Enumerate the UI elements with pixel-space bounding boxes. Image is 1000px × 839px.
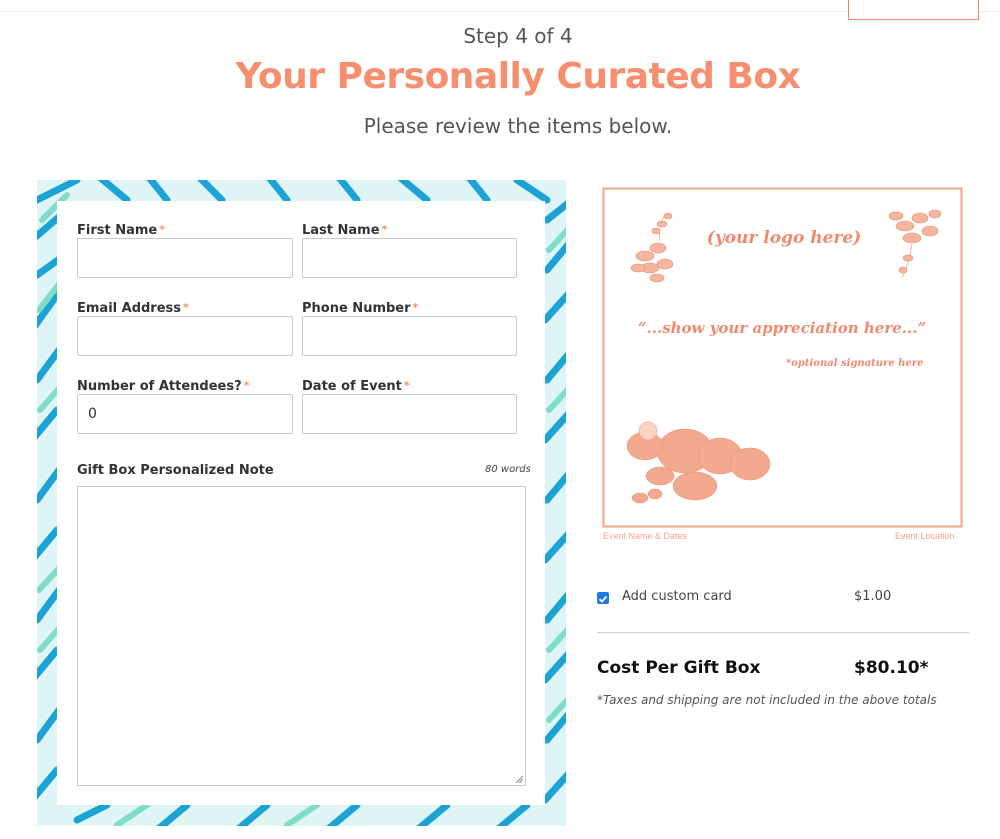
personalized-note-textarea[interactable]: [77, 486, 526, 786]
cost-per-box-value: $80.10*: [854, 658, 929, 678]
card-event-name-dates: Event Name & Dates: [603, 531, 688, 541]
step-indicator: Step 4 of 4: [463, 24, 573, 48]
email-field[interactable]: [77, 316, 293, 356]
custom-card-checkbox[interactable]: [597, 592, 609, 604]
last-name-label: Last Name *: [302, 223, 388, 238]
last-name-field[interactable]: [302, 238, 517, 278]
card-signature-placeholder: *optional signature here: [786, 358, 924, 369]
cost-per-box-label: Cost Per Gift Box: [597, 658, 761, 678]
custom-card-price: $1.00: [854, 589, 892, 604]
divider: [597, 632, 969, 633]
form-panel: First Name * Last Name * Email Address * Ph…: [57, 201, 545, 805]
phone-field[interactable]: [302, 316, 517, 356]
page-subtitle: Please review the items below.: [363, 114, 673, 138]
checkmark-icon: [598, 595, 608, 603]
custom-card-label[interactable]: Add custom card: [622, 589, 732, 604]
word-limit: 80 words: [485, 464, 531, 475]
event-date-field[interactable]: [302, 394, 517, 434]
email-label: Email Address *: [77, 301, 189, 316]
card-message-placeholder: “...show your appreciation here...”: [637, 319, 927, 337]
page-title: Your Personally Curated Box: [235, 56, 801, 97]
phone-label: Phone Number *: [302, 301, 419, 316]
taxes-note: *Taxes and shipping are not included in …: [597, 693, 937, 707]
resize-grip-icon[interactable]: [515, 775, 523, 783]
event-date-label: Date of Event *: [302, 379, 410, 394]
attendees-label: Number of Attendees? *: [77, 379, 250, 394]
header-button[interactable]: [848, 0, 979, 20]
first-name-field[interactable]: [77, 238, 293, 278]
card-event-location: Event Location: [895, 531, 955, 541]
first-name-label: First Name *: [77, 223, 166, 238]
card-logo-placeholder: (your logo here): [706, 228, 862, 248]
attendees-field[interactable]: 0: [77, 394, 293, 434]
note-label: Gift Box Personalized Note: [77, 463, 274, 478]
form-leaf-frame: First Name * Last Name * Email Address * Ph…: [37, 180, 566, 826]
custom-card-preview: (your logo here) “...show your appreciat…: [600, 186, 964, 528]
